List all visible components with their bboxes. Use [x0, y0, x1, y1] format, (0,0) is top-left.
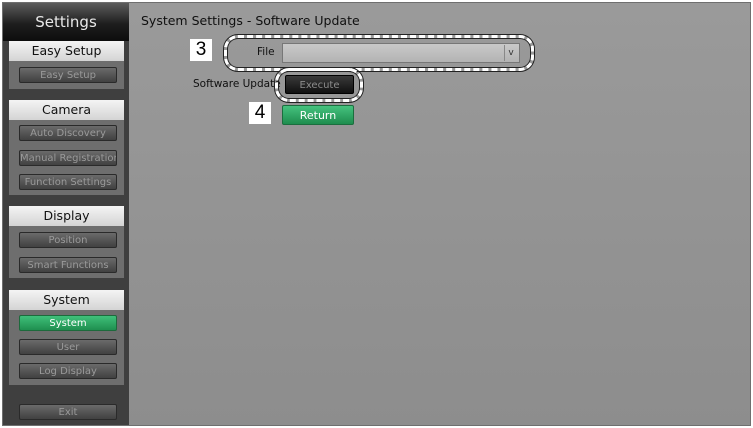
page-title: System Settings - Software Update — [141, 13, 360, 28]
section-header-camera: Camera — [9, 100, 124, 120]
software-update-label: Software Update — [193, 78, 281, 90]
exit-button[interactable]: Exit — [19, 404, 117, 420]
sidebar-item-user[interactable]: User — [19, 339, 117, 355]
settings-window: Settings Easy Setup Easy Setup Camera Au… — [2, 2, 751, 426]
sidebar: Settings Easy Setup Easy Setup Camera Au… — [3, 3, 129, 425]
sidebar-item-function-settings[interactable]: Function Settings — [19, 174, 117, 190]
sidebar-item-log-display[interactable]: Log Display — [19, 363, 117, 379]
sidebar-item-position[interactable]: Position — [19, 232, 117, 248]
sidebar-section-system: System System User Log Display — [9, 290, 124, 385]
callout-outline-file — [224, 35, 534, 71]
callout-number-4: 4 — [249, 102, 271, 124]
sidebar-item-easy-setup[interactable]: Easy Setup — [19, 67, 117, 83]
sidebar-section-display: Display Position Smart Functions — [9, 206, 124, 278]
sidebar-item-system[interactable]: System — [19, 315, 117, 331]
sidebar-section-camera: Camera Auto Discovery Manual Registratio… — [9, 100, 124, 195]
sidebar-title: Settings — [3, 3, 129, 41]
sidebar-section-easy-setup: Easy Setup Easy Setup — [9, 41, 124, 89]
section-header-easy-setup: Easy Setup — [9, 41, 124, 61]
return-button[interactable]: Return — [282, 105, 354, 125]
callout-outline-execute — [275, 68, 363, 102]
main-panel: System Settings - Software Update File v… — [129, 3, 750, 425]
callout-number-3: 3 — [190, 39, 212, 61]
section-header-system: System — [9, 290, 124, 310]
sidebar-item-auto-discovery[interactable]: Auto Discovery — [19, 125, 117, 141]
sidebar-item-manual-registration[interactable]: Manual Registration — [19, 150, 117, 166]
sidebar-item-smart-functions[interactable]: Smart Functions — [19, 257, 117, 273]
section-header-display: Display — [9, 206, 124, 226]
